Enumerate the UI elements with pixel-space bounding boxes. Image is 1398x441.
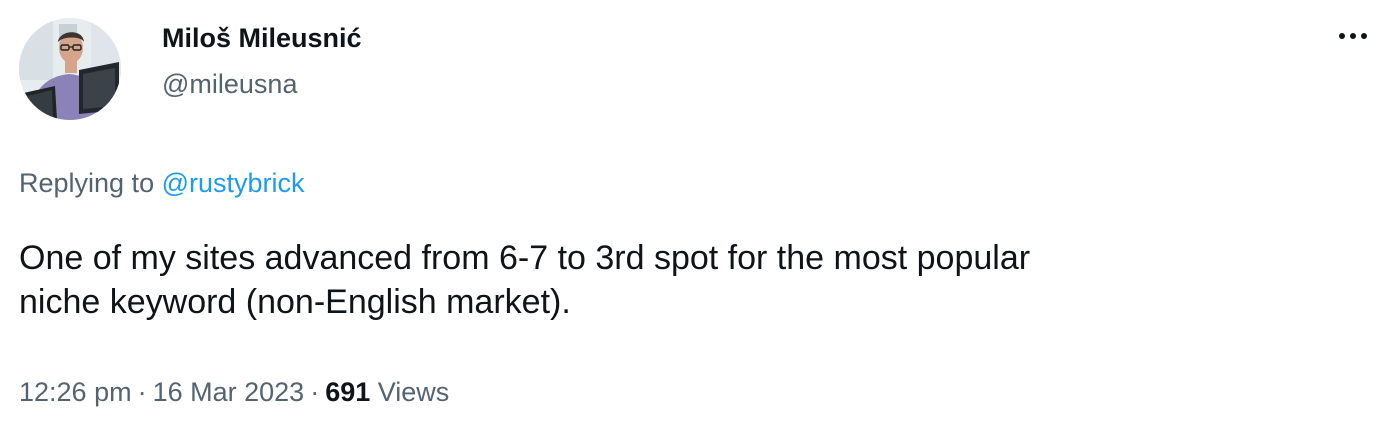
tweet-card: Miloš Mileusnić @mileusna Replying to @r… [0, 0, 1398, 441]
reply-to-handle-link[interactable]: @rustybrick [162, 168, 305, 198]
views-count: 691 [325, 377, 371, 407]
tweet-meta: 12:26 pm · 16 Mar 2023 · 691 Views [19, 374, 449, 410]
views-label: Views [370, 377, 450, 407]
more-horizontal-icon [1339, 33, 1367, 39]
author-handle[interactable]: @mileusna [162, 66, 297, 102]
tweet-text: One of my sites advanced from 6-7 to 3rd… [19, 239, 1031, 321]
replying-to-label: Replying to [19, 168, 162, 198]
author-display-name[interactable]: Miloš Mileusnić [162, 20, 362, 56]
tweet-time[interactable]: 12:26 pm [19, 377, 132, 407]
tweet-date[interactable]: 16 Mar 2023 [153, 377, 305, 407]
meta-separator: · [310, 377, 320, 407]
avatar[interactable] [19, 18, 121, 120]
meta-separator: · [137, 377, 147, 407]
avatar-photo [19, 18, 121, 120]
replying-to-line: Replying to @rustybrick [19, 165, 305, 201]
more-options-button[interactable] [1328, 18, 1378, 54]
